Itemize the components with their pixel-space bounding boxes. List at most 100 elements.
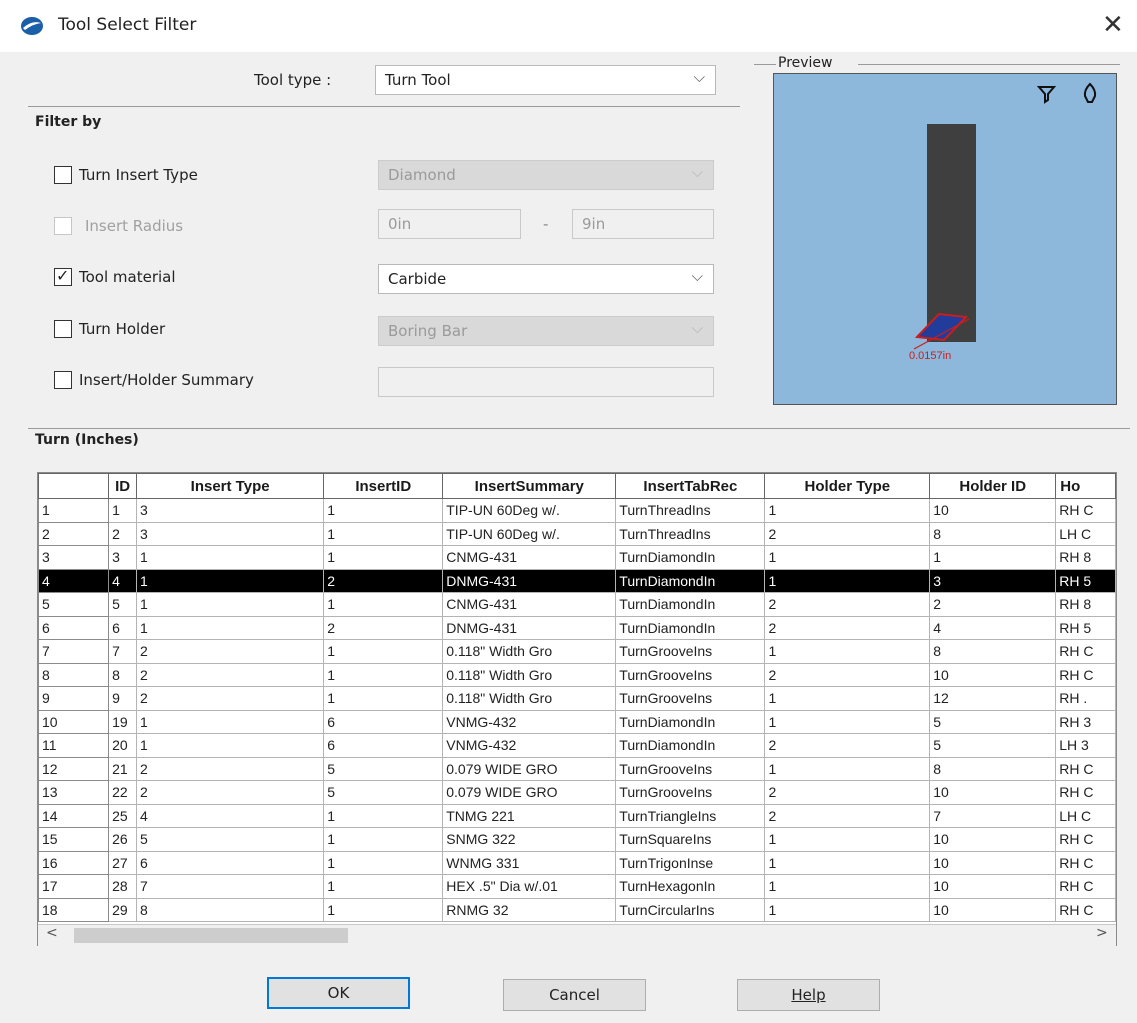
table-row[interactable]: 12 21 2 5 0.079 WIDE GRO TurnGrooveIns 1 8 RH C: [38, 756, 1116, 781]
cancel-button[interactable]: Cancel: [503, 979, 646, 1011]
table-cell: RH C: [1055, 827, 1116, 852]
column-header[interactable]: Holder ID: [929, 473, 1057, 499]
turn-insert-type-label: Turn Insert Type: [79, 166, 198, 184]
divider: [28, 106, 740, 107]
table-row[interactable]: 17 28 7 1 HEX .5" Dia w/.01 TurnHexagonIn 1 10 R…: [38, 874, 1116, 899]
table-cell: DNMG-431: [442, 568, 617, 593]
table-cell: TNMG 221: [442, 803, 617, 828]
table-row[interactable]: 10 19 1 6 VNMG-432 TurnDiamondIn 1 5 RH 3: [38, 709, 1116, 734]
table-row[interactable]: 3 3 1 1 CNMG-431 TurnDiamondIn 1 1 RH 8: [38, 545, 1116, 570]
table-cell: 3: [136, 521, 325, 546]
table-row[interactable]: 7 7 2 1 0.118" Width Gro TurnGrooveIns 1 8 RH C: [38, 639, 1116, 664]
table-cell: 6: [136, 850, 325, 875]
column-header[interactable]: InsertTabRec: [615, 473, 766, 499]
table-row[interactable]: 8 8 2 1 0.118" Width Gro TurnGrooveIns 2 10 RH C: [38, 662, 1116, 687]
table-cell: TurnDiamondIn: [615, 545, 766, 570]
turn-holder-checkbox[interactable]: [54, 320, 72, 338]
column-header[interactable]: Insert Type: [136, 473, 325, 499]
table-row[interactable]: 4 4 1 2 DNMG-431 TurnDiamondIn 1 3 RH 5: [38, 568, 1116, 593]
table-cell: 1: [929, 545, 1057, 570]
scroll-left-icon[interactable]: <: [46, 925, 58, 941]
table-row[interactable]: 6 6 1 2 DNMG-431 TurnDiamondIn 2 4 RH 5: [38, 615, 1116, 640]
table-cell: 1: [323, 827, 444, 852]
table-cell: 2: [136, 639, 325, 664]
column-header[interactable]: InsertSummary: [442, 473, 617, 499]
table-cell: 27: [108, 850, 138, 875]
table-row[interactable]: 16 27 6 1 WNMG 331 TurnTrigonInse 1 10 RH C: [38, 850, 1116, 875]
column-header[interactable]: Holder Type: [764, 473, 931, 499]
table-cell: VNMG-432: [442, 709, 617, 734]
column-header[interactable]: Ho: [1055, 473, 1116, 499]
table-cell: 5: [929, 709, 1057, 734]
insert-dimension-label: 0.0157in: [909, 350, 951, 362]
table-cell: RH C: [1055, 780, 1116, 805]
table-cell: 10: [929, 498, 1057, 523]
tool-material-checkbox[interactable]: ✓: [54, 266, 72, 286]
table-cell: 2: [136, 662, 325, 687]
horizontal-scrollbar[interactable]: < >: [38, 924, 1116, 946]
close-icon[interactable]: ✕: [1102, 10, 1124, 40]
table-cell: 5: [323, 780, 444, 805]
insert-holder-summary-checkbox[interactable]: [54, 371, 72, 389]
column-header[interactable]: ID: [108, 473, 138, 499]
tool-type-select[interactable]: Turn Tool ⌵: [375, 65, 716, 95]
tool-grid[interactable]: ID Insert Type InsertID InsertSummary Insert…: [37, 472, 1117, 946]
table-cell: 5: [323, 756, 444, 781]
table-cell: 19: [108, 709, 138, 734]
table-cell: VNMG-432: [442, 733, 617, 758]
row-number-cell: 16: [38, 850, 110, 875]
tool-icon[interactable]: [1080, 82, 1100, 106]
ok-button[interactable]: OK: [267, 977, 410, 1009]
table-cell: RH C: [1055, 662, 1116, 687]
table-cell: RH 5: [1055, 568, 1116, 593]
table-cell: 2: [323, 568, 444, 593]
column-header[interactable]: InsertID: [323, 473, 444, 499]
table-cell: TurnCircularIns: [615, 897, 766, 922]
table-row[interactable]: 18 29 8 1 RNMG 32 TurnCircularIns 1 10 RH C: [38, 897, 1116, 922]
preview-canvas[interactable]: 0.0157in: [773, 73, 1117, 405]
turn-insert-type-checkbox[interactable]: [54, 166, 72, 184]
table-cell: 10: [929, 874, 1057, 899]
table-cell: TIP-UN 60Deg w/.: [442, 498, 617, 523]
app-logo-icon: [21, 17, 43, 35]
table-row[interactable]: 1 1 3 1 TIP-UN 60Deg w/. TurnThreadIns 1 10 RH C: [38, 498, 1116, 523]
table-cell: 4: [108, 568, 138, 593]
table-cell: 1: [323, 850, 444, 875]
table-cell: LH C: [1055, 803, 1116, 828]
row-number-cell: 8: [38, 662, 110, 687]
table-cell: 26: [108, 827, 138, 852]
table-cell: 1: [764, 568, 931, 593]
table-cell: 8: [929, 521, 1057, 546]
window-title: Tool Select Filter: [58, 15, 197, 35]
table-row[interactable]: 11 20 1 6 VNMG-432 TurnDiamondIn 2 5 LH 3: [38, 733, 1116, 758]
turn-holder-value: Boring Bar: [388, 322, 468, 340]
table-cell: TurnTrigonInse: [615, 850, 766, 875]
table-row[interactable]: 14 25 4 1 TNMG 221 TurnTriangleIns 2 7 LH C: [38, 803, 1116, 828]
chevron-down-icon: ⌵: [691, 319, 703, 337]
table-cell: 10: [929, 850, 1057, 875]
table-cell: TurnGrooveIns: [615, 639, 766, 664]
table-row[interactable]: 2 2 3 1 TIP-UN 60Deg w/. TurnThreadIns 2 8 LH C: [38, 521, 1116, 546]
row-number-header[interactable]: [38, 473, 110, 499]
table-row[interactable]: 13 22 2 5 0.079 WIDE GRO TurnGrooveIns 2 10 RH C: [38, 780, 1116, 805]
table-cell: 1: [764, 498, 931, 523]
table-cell: 1: [323, 803, 444, 828]
filter-icon[interactable]: [1036, 84, 1058, 106]
help-button[interactable]: Help: [737, 979, 880, 1011]
scrollbar-thumb[interactable]: [74, 928, 348, 943]
table-cell: 7: [929, 803, 1057, 828]
scroll-right-icon[interactable]: >: [1096, 925, 1108, 941]
table-cell: 1: [764, 686, 931, 711]
table-row[interactable]: 15 26 5 1 SNMG 322 TurnSquareIns 1 10 RH C: [38, 827, 1116, 852]
table-cell: CNMG-431: [442, 592, 617, 617]
chevron-down-icon: ⌵: [693, 68, 705, 86]
table-cell: 6: [323, 709, 444, 734]
row-number-cell: 11: [38, 733, 110, 758]
table-row[interactable]: 9 9 2 1 0.118" Width Gro TurnGrooveIns 1 12 RH .: [38, 686, 1116, 711]
table-cell: 1: [323, 639, 444, 664]
table-cell: 1: [323, 686, 444, 711]
table-cell: 2: [764, 780, 931, 805]
table-row[interactable]: 5 5 1 1 CNMG-431 TurnDiamondIn 2 2 RH 8: [38, 592, 1116, 617]
tool-material-select[interactable]: Carbide ⌵: [378, 264, 714, 294]
divider: [858, 64, 1120, 65]
